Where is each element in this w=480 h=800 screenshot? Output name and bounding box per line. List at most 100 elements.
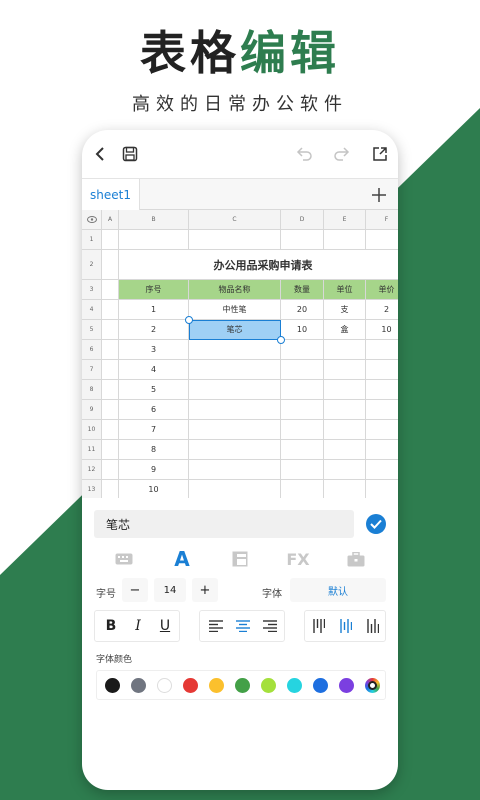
table-cell[interactable]: 9 (119, 460, 189, 480)
table-cell[interactable]: 中性笔 (189, 300, 281, 320)
align-right-icon[interactable] (256, 611, 284, 641)
grid-cell[interactable] (366, 460, 398, 480)
grid-cell[interactable] (324, 400, 366, 420)
save-icon[interactable] (118, 142, 142, 166)
color-swatch[interactable] (105, 678, 120, 693)
color-swatch[interactable] (339, 678, 354, 693)
toolbox-icon[interactable] (338, 544, 374, 574)
undo-icon[interactable] (292, 142, 316, 166)
grid-cell[interactable] (366, 440, 398, 460)
column-header[interactable]: B (119, 210, 189, 230)
grid-cell[interactable] (281, 360, 324, 380)
grid-cell[interactable] (189, 420, 281, 440)
grid-cell[interactable] (102, 460, 119, 480)
table-cell[interactable]: 2 (366, 300, 398, 320)
table-header-cell[interactable]: 单位 (324, 280, 366, 300)
color-picker-icon[interactable] (365, 678, 380, 693)
grid-cell[interactable] (366, 340, 398, 360)
row-header[interactable]: 5 (82, 320, 102, 340)
grid-cell[interactable] (189, 480, 281, 498)
grid-cell[interactable] (324, 440, 366, 460)
grid-cell[interactable] (102, 300, 119, 320)
table-header-cell[interactable]: 序号 (119, 280, 189, 300)
grid-cell[interactable] (102, 250, 119, 280)
keyboard-icon[interactable] (106, 544, 142, 574)
grid-cell[interactable] (102, 280, 119, 300)
align-left-icon[interactable] (202, 611, 230, 641)
row-header[interactable]: 10 (82, 420, 102, 440)
row-header[interactable]: 7 (82, 360, 102, 380)
table-header-cell[interactable]: 数量 (281, 280, 324, 300)
column-header[interactable]: E (324, 210, 366, 230)
back-icon[interactable] (88, 142, 112, 166)
table-cell[interactable]: 10 (119, 480, 189, 498)
grid-cell[interactable] (324, 460, 366, 480)
grid-cell[interactable] (281, 480, 324, 498)
table-cell[interactable]: 2 (119, 320, 189, 340)
add-sheet-button[interactable] (366, 182, 392, 208)
column-header[interactable]: D (281, 210, 324, 230)
cell-edit-input[interactable]: 笔芯 (94, 510, 354, 538)
grid-cell[interactable] (102, 420, 119, 440)
color-swatch[interactable] (287, 678, 302, 693)
share-icon[interactable] (368, 142, 392, 166)
grid-cell[interactable] (189, 380, 281, 400)
grid-cell[interactable] (102, 400, 119, 420)
color-swatch[interactable] (131, 678, 146, 693)
cell-format-icon[interactable] (222, 544, 258, 574)
grid-cell[interactable] (102, 380, 119, 400)
color-swatch[interactable] (183, 678, 198, 693)
grid-cell[interactable] (102, 360, 119, 380)
grid-cell[interactable] (189, 460, 281, 480)
grid-cell[interactable] (366, 360, 398, 380)
table-cell[interactable]: 7 (119, 420, 189, 440)
column-header[interactable]: A (102, 210, 119, 230)
grid-cell[interactable] (324, 230, 366, 250)
row-header[interactable]: 12 (82, 460, 102, 480)
confirm-button[interactable] (366, 514, 386, 534)
grid-cell[interactable] (281, 460, 324, 480)
tab-sheet1[interactable]: sheet1 (82, 179, 140, 210)
grid-cell[interactable] (189, 440, 281, 460)
row-header[interactable]: 4 (82, 300, 102, 320)
row-header[interactable]: 11 (82, 440, 102, 460)
table-cell[interactable]: 3 (119, 340, 189, 360)
redo-icon[interactable] (330, 142, 354, 166)
table-cell[interactable]: 8 (119, 440, 189, 460)
grid-cell[interactable] (281, 230, 324, 250)
grid-cell[interactable] (281, 400, 324, 420)
select-all-corner[interactable] (82, 210, 102, 230)
table-cell[interactable]: 10 (366, 320, 398, 340)
font-size-value[interactable]: 14 (154, 578, 186, 602)
grid-cell[interactable] (102, 320, 119, 340)
table-cell[interactable]: 20 (281, 300, 324, 320)
spreadsheet-grid[interactable]: A B C D E F 1 2 办公用品采购申请表 3 序号 物品名称 数量 单位 单价 4 1 中性笔 20 支 2 5… (82, 210, 398, 498)
table-header-cell[interactable]: 物品名称 (189, 280, 281, 300)
grid-cell[interactable] (281, 420, 324, 440)
grid-cell[interactable] (324, 480, 366, 498)
row-header[interactable]: 6 (82, 340, 102, 360)
selected-cell[interactable]: 笔芯 (189, 320, 281, 340)
grid-cell[interactable] (366, 480, 398, 498)
color-swatch[interactable] (209, 678, 224, 693)
selection-handle-top-left[interactable] (185, 316, 193, 324)
grid-cell[interactable] (281, 340, 324, 360)
grid-cell[interactable] (102, 340, 119, 360)
grid-cell[interactable] (366, 400, 398, 420)
valign-bottom-icon[interactable] (359, 611, 387, 641)
table-cell[interactable]: 10 (281, 320, 324, 340)
table-cell[interactable]: 5 (119, 380, 189, 400)
grid-cell[interactable] (102, 440, 119, 460)
align-center-icon[interactable] (229, 611, 257, 641)
bold-button[interactable]: B (97, 611, 125, 641)
font-size-decrease-button[interactable]: − (122, 578, 148, 602)
grid-cell[interactable] (189, 340, 281, 360)
table-cell[interactable]: 盒 (324, 320, 366, 340)
grid-cell[interactable] (189, 230, 281, 250)
row-header[interactable]: 1 (82, 230, 102, 250)
grid-cell[interactable] (119, 230, 189, 250)
valign-top-icon[interactable] (305, 611, 333, 641)
valign-middle-icon[interactable] (332, 611, 360, 641)
row-header[interactable]: 8 (82, 380, 102, 400)
table-cell[interactable]: 1 (119, 300, 189, 320)
